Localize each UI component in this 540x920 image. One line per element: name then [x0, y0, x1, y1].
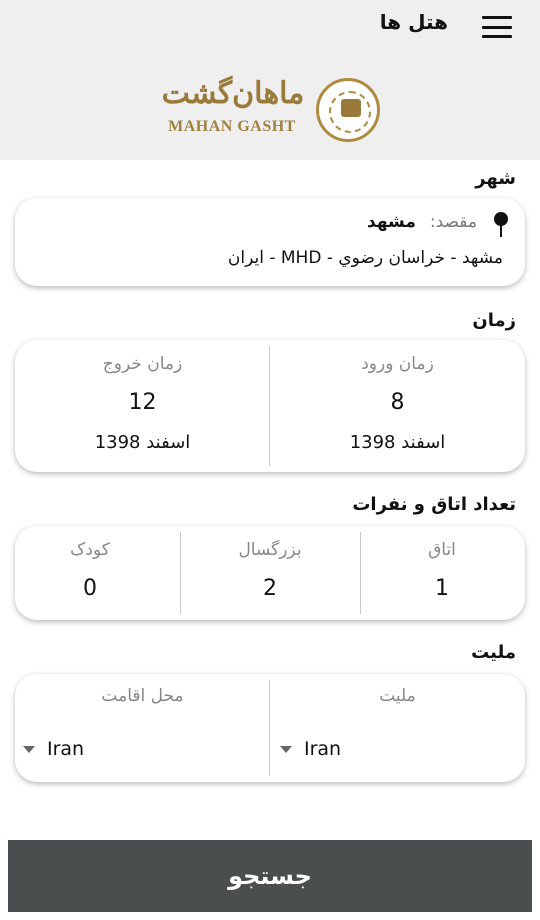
hamburger-menu-icon[interactable]	[482, 16, 512, 38]
rooms-section-label: تعداد اتاق و نفرات	[352, 494, 516, 515]
checkin-date[interactable]: زمان ورود 8 اسفند 1398	[270, 340, 525, 472]
residence-select[interactable]: Iran	[23, 734, 84, 764]
checkin-month: اسفند 1398	[349, 432, 446, 453]
logo-text-fa: ماهان‌گشت	[161, 76, 305, 111]
city-section-label: شهر	[475, 168, 516, 189]
logo-text-en: MAHAN GASHT	[168, 118, 296, 135]
residence-field: محل اقامت Iran	[15, 674, 270, 782]
child-value: 0	[83, 576, 97, 601]
map-pin-icon	[493, 212, 509, 238]
nationality-field: مليت Iran	[270, 674, 525, 782]
residence-value: Iran	[47, 738, 85, 760]
checkin-day: 8	[390, 390, 405, 415]
destination-value: مشهد	[367, 212, 416, 232]
search-button[interactable]: جستجو	[8, 840, 532, 912]
nationality-value: Iran	[304, 738, 342, 760]
page-title: هتل ها	[379, 10, 448, 34]
child-label: کودک	[70, 540, 110, 560]
logo-emblem-icon	[316, 78, 380, 142]
room-count[interactable]: اتاق 1	[359, 526, 525, 620]
checkout-month: اسفند 1398	[94, 432, 191, 453]
adult-value: 2	[263, 576, 277, 601]
checkout-label: زمان خروج	[102, 354, 183, 374]
room-label: اتاق	[428, 540, 456, 560]
app-header: هتل ها ماهان‌گشت MAHAN GASHT	[0, 0, 540, 160]
destination-label: مقصد:	[429, 212, 477, 232]
nationality-select[interactable]: Iran	[280, 734, 341, 764]
room-value: 1	[435, 576, 449, 601]
mahan-gasht-logo: ماهان‌گشت MAHAN GASHT	[148, 74, 384, 144]
caret-down-icon	[23, 745, 35, 753]
checkout-day: 12	[128, 390, 157, 415]
destination-card[interactable]: مقصد: مشهد مشهد - خراسان رضوي - MHD - اي…	[15, 198, 525, 286]
caret-down-icon	[280, 745, 292, 753]
child-count[interactable]: کودک 0	[15, 526, 165, 620]
destination-detail: مشهد - خراسان رضوي - MHD - ايران	[227, 248, 503, 268]
nationality-label: مليت	[379, 686, 416, 706]
checkin-label: زمان ورود	[361, 354, 434, 374]
adult-count[interactable]: بزرگسال 2	[181, 526, 359, 620]
divider	[180, 532, 181, 614]
rooms-card: اتاق 1 بزرگسال 2 کودک 0	[15, 526, 525, 620]
nationality-section-label: مليت	[471, 642, 516, 663]
nationality-card: مليت Iran محل اقامت Iran	[15, 674, 525, 782]
checkout-date[interactable]: زمان خروج 12 اسفند 1398	[15, 340, 270, 472]
divider	[360, 532, 361, 614]
residence-label: محل اقامت	[101, 686, 184, 706]
adult-label: بزرگسال	[238, 540, 302, 560]
destination-row: مقصد: مشهد	[367, 212, 477, 232]
dates-card: زمان ورود 8 اسفند 1398 زمان خروج 12 اسفن…	[15, 340, 525, 472]
time-section-label: زمان	[472, 310, 516, 331]
